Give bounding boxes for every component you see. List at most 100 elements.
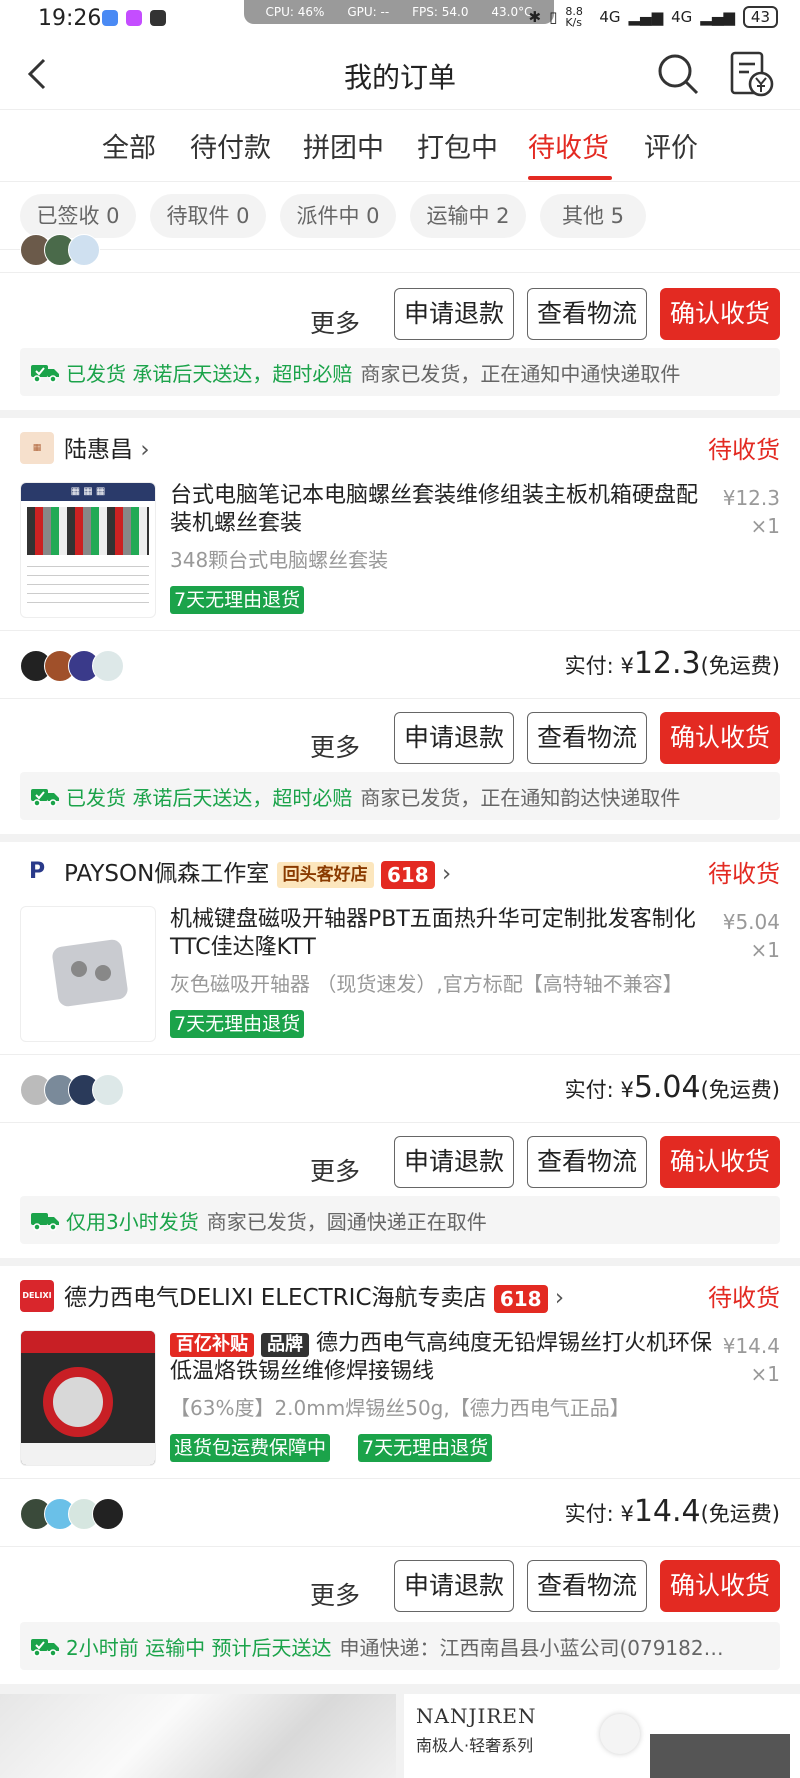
- shipping-info[interactable]: 仅用3小时发货 商家已发货，圆通快递正在取件: [20, 1196, 780, 1244]
- avatar: [92, 650, 124, 682]
- tab-group-buying[interactable]: 拼团中: [303, 126, 384, 165]
- amount-paid: 实付: ¥14.4(免运费): [564, 1494, 780, 1529]
- product-spec: 灰色磁吸开轴器 （现货速发）,官方标配【高特轴不兼容】: [170, 972, 683, 996]
- logistics-button[interactable]: 查看物流: [527, 288, 647, 340]
- fps-readout: FPS: 54.0: [412, 5, 469, 19]
- search-icon[interactable]: [656, 52, 700, 96]
- divider: [0, 1054, 800, 1055]
- cpu-readout: CPU: 46%: [265, 5, 325, 19]
- return-policy-tag: 7天无理由退货: [358, 1434, 493, 1462]
- shipping-promise: 仅用3小时发货: [66, 1209, 199, 1234]
- shipping-info[interactable]: 2小时前 运输中 预计后天送达 申通快递：江西南昌县小蓝公司(079182…: [20, 1622, 780, 1670]
- product-title[interactable]: 机械键盘磁吸开轴器PBT五面热升华可定制批发客制化TTC佳达隆KTT: [170, 906, 714, 962]
- order-card: 更多 申请退款 查看物流 确认收货 已发货 承诺后天送达，超时必赔 商家已发货，…: [0, 234, 800, 410]
- refund-button[interactable]: 申请退款: [394, 1560, 514, 1612]
- product-thumbnail[interactable]: [20, 1330, 156, 1466]
- shipping-info[interactable]: 已发货 承诺后天送达，超时必赔 商家已发货，正在通知韵达快递取件: [20, 772, 780, 820]
- avatar: [68, 234, 100, 266]
- app-notification-icon: [102, 10, 118, 26]
- divider: [0, 272, 800, 273]
- tab-to-receive[interactable]: 待收货: [528, 126, 609, 165]
- product-title[interactable]: 台式电脑笔记本电脑螺丝套装维修组装主板机箱硬盘配装机螺丝套装: [170, 482, 714, 538]
- order-card: ▦ 陆惠昌 › 待收货 ▦ ▦ ▦ 台式电脑笔记本电脑螺丝套装维修组装主板机箱硬…: [0, 418, 800, 834]
- chevron-right-icon: ›: [442, 861, 452, 887]
- confirm-receipt-button[interactable]: 确认收货: [660, 1136, 780, 1188]
- shipping-status: 申通快递：江西南昌县小蓝公司(079182…: [339, 1635, 724, 1660]
- recommend-subtitle: 南极人·轻奢系列: [416, 1736, 534, 1755]
- freight-insurance-tag: 退货包运费保障中: [170, 1434, 331, 1462]
- shop-logo: ▦: [20, 432, 54, 464]
- avatar: [92, 1074, 124, 1106]
- thumb-spec-table: [21, 1443, 155, 1465]
- chip-pickup[interactable]: 待取件 0: [150, 194, 266, 238]
- more-button[interactable]: 更多: [310, 1576, 360, 1612]
- order-status: 待收货: [708, 1284, 780, 1312]
- more-button[interactable]: 更多: [310, 1152, 360, 1188]
- refund-button[interactable]: 申请退款: [394, 1136, 514, 1188]
- shipping-status: 商家已发货，正在通知中通快递取件: [360, 361, 681, 386]
- status-right: ✱ ▯ 8.8 K/s 4G ▂▄▆ 4G ▂▄▆ 43: [529, 5, 778, 29]
- buyer-avatars: [20, 1498, 150, 1530]
- product-price: ¥12.3 ×1: [722, 486, 780, 538]
- chevron-right-icon: ›: [140, 437, 150, 463]
- brand-label: 品牌: [261, 1333, 309, 1357]
- chip-in-transit[interactable]: 运输中 2: [410, 194, 526, 238]
- thumb-banner: ▦ ▦ ▦: [21, 483, 155, 501]
- receipt-icon[interactable]: [728, 50, 774, 98]
- tab-review[interactable]: 评价: [644, 126, 698, 165]
- repeat-customer-badge: 回头客好店: [276, 861, 374, 888]
- signal-label-1: 4G: [599, 8, 621, 26]
- buyer-avatars: [20, 650, 150, 682]
- divider: [0, 698, 800, 699]
- logistics-button[interactable]: 查看物流: [527, 1560, 647, 1612]
- chip-delivering[interactable]: 派件中 0: [280, 194, 396, 238]
- product-thumbnail[interactable]: [20, 906, 156, 1042]
- shop-row[interactable]: P PAYSON佩森工作室 回头客好店 618 › 待收货: [0, 842, 800, 900]
- product-thumbnail[interactable]: ▦ ▦ ▦: [20, 482, 156, 618]
- confirm-receipt-button[interactable]: 确认收货: [660, 1560, 780, 1612]
- app-notification-icon: [150, 10, 166, 26]
- refund-button[interactable]: 申请退款: [394, 288, 514, 340]
- chip-signed[interactable]: 已签收 0: [20, 194, 136, 238]
- logistics-button[interactable]: 查看物流: [527, 712, 647, 764]
- active-tab-indicator: [528, 176, 612, 180]
- chip-other[interactable]: 其他 5: [540, 194, 646, 238]
- confirm-receipt-button[interactable]: 确认收货: [660, 288, 780, 340]
- chevron-right-icon: ›: [554, 1285, 565, 1311]
- confirm-receipt-button[interactable]: 确认收货: [660, 712, 780, 764]
- product-title[interactable]: 百亿补贴 品牌 德力西电气高纯度无铅焊锡丝打火机环保低温烙铁锡丝维修焊接锡线: [170, 1330, 714, 1386]
- logistics-button[interactable]: 查看物流: [527, 1136, 647, 1188]
- thumb-opener-body: [51, 938, 129, 1008]
- order-status: 待收货: [708, 860, 780, 888]
- recommend-item-image[interactable]: [0, 1694, 396, 1778]
- tab-all[interactable]: 全部: [102, 126, 156, 165]
- tab-packing[interactable]: 打包中: [417, 126, 498, 165]
- amount-paid: 实付: ¥12.3(免运费): [564, 646, 780, 681]
- product-spec: 348颗台式电脑螺丝套装: [170, 548, 389, 572]
- net-speed: 8.8 K/s: [565, 5, 583, 29]
- tab-pending-payment[interactable]: 待付款: [190, 126, 271, 165]
- shop-name: 陆惠昌 ›: [64, 437, 150, 463]
- more-button[interactable]: 更多: [310, 728, 360, 764]
- recommend-item[interactable]: NANJIREN 南极人·轻奢系列: [404, 1694, 800, 1778]
- cotton-image: [600, 1714, 640, 1754]
- order-card: P PAYSON佩森工作室 回头客好店 618 › 待收货 机械键盘磁吸开轴器P…: [0, 842, 800, 1258]
- divider: [0, 1122, 800, 1123]
- shipping-promise: 2小时前 运输中 预计后天送达: [66, 1635, 332, 1660]
- divider: [0, 630, 800, 631]
- truck-icon: [31, 1639, 59, 1657]
- truck-icon: [31, 789, 59, 807]
- refund-button[interactable]: 申请退款: [394, 712, 514, 764]
- thumb-opener-hole: [95, 965, 111, 981]
- divider: [0, 1478, 800, 1479]
- app-notification-icon: [126, 10, 142, 26]
- truck-icon: [31, 1213, 59, 1231]
- more-button[interactable]: 更多: [310, 304, 360, 340]
- shipping-info[interactable]: 已发货 承诺后天送达，超时必赔 商家已发货，正在通知中通快递取件: [20, 348, 780, 396]
- shop-row[interactable]: ▦ 陆惠昌 › 待收货: [0, 418, 800, 476]
- subsidy-label: 百亿补贴: [170, 1333, 254, 1357]
- nav-header: 我的订单: [0, 38, 800, 110]
- shop-row[interactable]: DELIXI 德力西电气DELIXI ELECTRIC海航专卖店 618 › 待…: [0, 1266, 800, 1324]
- product-price: ¥14.4 ×1: [722, 1334, 780, 1386]
- thumb-banner: [21, 1331, 155, 1353]
